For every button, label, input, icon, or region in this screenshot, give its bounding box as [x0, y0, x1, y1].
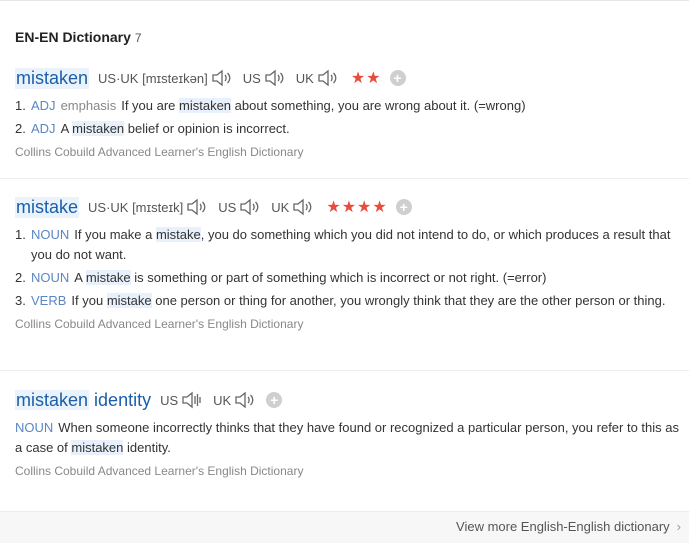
pron-label: US	[218, 199, 237, 215]
definition-item: NOUN When someone incorrectly thinks that…	[15, 418, 689, 458]
pron-label: UK	[295, 70, 314, 86]
pron-label: US	[242, 70, 261, 86]
pronunciation-us-uk: US·UK [mɪsteɪk]	[88, 198, 218, 216]
pronunciation-us: US	[218, 198, 271, 216]
highlighted-word: mistaken	[71, 440, 124, 455]
text-segment: identity.	[123, 440, 171, 455]
footer-bar: View more English-English dictionary ›	[0, 511, 689, 543]
definition-item: 1. NOUN If you make a mistake, you do som…	[15, 225, 689, 265]
entry-headrow: mistaken US·UK [mɪsteɪkən] US UK ★★ +	[15, 66, 689, 90]
definition-text: VERB If you mistake one person or thing f…	[31, 291, 689, 311]
speaker-icon[interactable]	[234, 391, 256, 409]
speaker-icon[interactable]	[211, 69, 233, 87]
headword-part: mistaken	[15, 389, 90, 410]
speaker-icon[interactable]	[181, 391, 203, 409]
definition-text: ADJ emphasis If you are mistaken about som…	[31, 96, 689, 116]
divider	[0, 178, 689, 179]
pron-label: US·UK [mɪsteɪk]	[88, 199, 184, 215]
top-border	[0, 0, 689, 1]
add-icon[interactable]: +	[395, 199, 412, 215]
entry-mistaken: mistaken US·UK [mɪsteɪkən] US UK ★★ + 1.…	[15, 66, 689, 159]
headword[interactable]: mistake	[15, 196, 80, 218]
definition-item: 2. NOUN A mistake is something or part of…	[15, 268, 689, 288]
text-segment: A	[74, 270, 86, 285]
pronunciation-uk: UK	[213, 391, 266, 409]
definition-list: 1. NOUN If you make a mistake, you do som…	[15, 225, 689, 311]
speaker-icon[interactable]	[264, 69, 286, 87]
definition-number: 1.	[15, 98, 26, 113]
pron-label: US·UK [mɪsteɪkən]	[98, 70, 208, 86]
view-more-link[interactable]: View more English-English dictionary ›	[456, 519, 681, 534]
part-of-speech: NOUN	[15, 420, 54, 435]
pronunciation-us: US	[243, 69, 296, 87]
definition-text: ADJ A mistaken belief or opinion is incor…	[31, 119, 689, 139]
dictionary-source: Collins Cobuild Advanced Learner's Engli…	[15, 145, 304, 159]
entry-mistaken-identity: mistaken identity US UK + NOUN When someo…	[15, 388, 689, 478]
text-segment: is something or part of something which …	[130, 270, 547, 285]
text-segment: If you are	[121, 98, 180, 113]
highlighted-word: mistake	[106, 293, 152, 308]
definition-list: NOUN When someone incorrectly thinks that…	[15, 418, 689, 458]
headword[interactable]: mistaken	[15, 67, 90, 89]
speaker-icon[interactable]	[317, 69, 339, 87]
highlighted-word: mistaken	[72, 121, 125, 136]
definition-item: 1. ADJ emphasis If you are mistaken about …	[15, 96, 689, 116]
text-segment: If you make a	[74, 227, 156, 242]
definition-item: 3. VERB If you mistake one person or thin…	[15, 291, 689, 311]
definition-number: 2.	[15, 121, 26, 136]
definition-number: 1.	[15, 227, 26, 242]
part-of-speech: ADJ	[31, 98, 56, 113]
pronunciation-us: US	[160, 391, 213, 409]
frequency-stars: ★★	[350, 70, 382, 87]
headword-part: identity	[94, 389, 152, 410]
pron-label: US	[160, 392, 179, 408]
dictionary-header: EN-EN Dictionary 7	[15, 29, 142, 45]
dictionary-title: EN-EN Dictionary	[15, 29, 131, 45]
text-segment: If you	[71, 293, 107, 308]
speaker-icon[interactable]	[292, 198, 314, 216]
definition-number: 2.	[15, 270, 26, 285]
definition-text: NOUN When someone incorrectly thinks that…	[15, 418, 689, 458]
pronunciation-us-uk: US·UK [mɪsteɪkən]	[98, 69, 243, 87]
definition-number: 3.	[15, 293, 26, 308]
speaker-icon[interactable]	[186, 198, 208, 216]
pronunciation-uk: UK	[271, 198, 324, 216]
highlighted-word: mistake	[85, 270, 131, 285]
part-of-speech: ADJ	[31, 121, 56, 136]
speaker-icon[interactable]	[239, 198, 261, 216]
text-segment: one person or thing for another, you wro…	[151, 293, 666, 308]
text-segment: belief or opinion is incorrect.	[124, 121, 290, 136]
frequency-stars: ★★★★	[326, 199, 388, 216]
definition-item: 2. ADJ A mistaken belief or opinion is in…	[15, 119, 689, 139]
entry-mistake: mistake US·UK [mɪsteɪk] US UK ★★★★ + 1. …	[15, 195, 689, 331]
part-of-speech: NOUN	[31, 270, 70, 285]
highlighted-word: mistaken	[179, 98, 232, 113]
dictionary-source: Collins Cobuild Advanced Learner's Engli…	[15, 464, 304, 478]
add-icon[interactable]: +	[389, 70, 406, 86]
entry-headrow: mistaken identity US UK +	[15, 388, 689, 412]
usage-label: emphasis	[60, 98, 117, 113]
dictionary-source: Collins Cobuild Advanced Learner's Engli…	[15, 317, 304, 331]
pronunciation-uk: UK	[296, 69, 349, 87]
pron-label: UK	[213, 392, 232, 408]
part-of-speech: NOUN	[31, 227, 70, 242]
headword[interactable]: mistaken identity	[15, 389, 152, 411]
add-icon[interactable]: +	[266, 392, 283, 408]
part-of-speech: VERB	[31, 293, 67, 308]
chevron-right-icon: ›	[676, 519, 681, 534]
definition-list: 1. ADJ emphasis If you are mistaken about …	[15, 96, 689, 139]
text-segment: about something, you are wrong about it.…	[231, 98, 526, 113]
text-segment: A	[60, 121, 73, 136]
result-count: 7	[134, 31, 142, 45]
definition-text: NOUN If you make a mistake, you do someth…	[31, 225, 689, 265]
definition-text: NOUN A mistake is something or part of so…	[31, 268, 689, 288]
view-more-label: View more English-English dictionary	[456, 519, 670, 534]
entry-headrow: mistake US·UK [mɪsteɪk] US UK ★★★★ +	[15, 195, 689, 219]
pron-label: UK	[271, 199, 290, 215]
highlighted-word: mistake	[155, 227, 201, 242]
divider	[0, 370, 689, 371]
